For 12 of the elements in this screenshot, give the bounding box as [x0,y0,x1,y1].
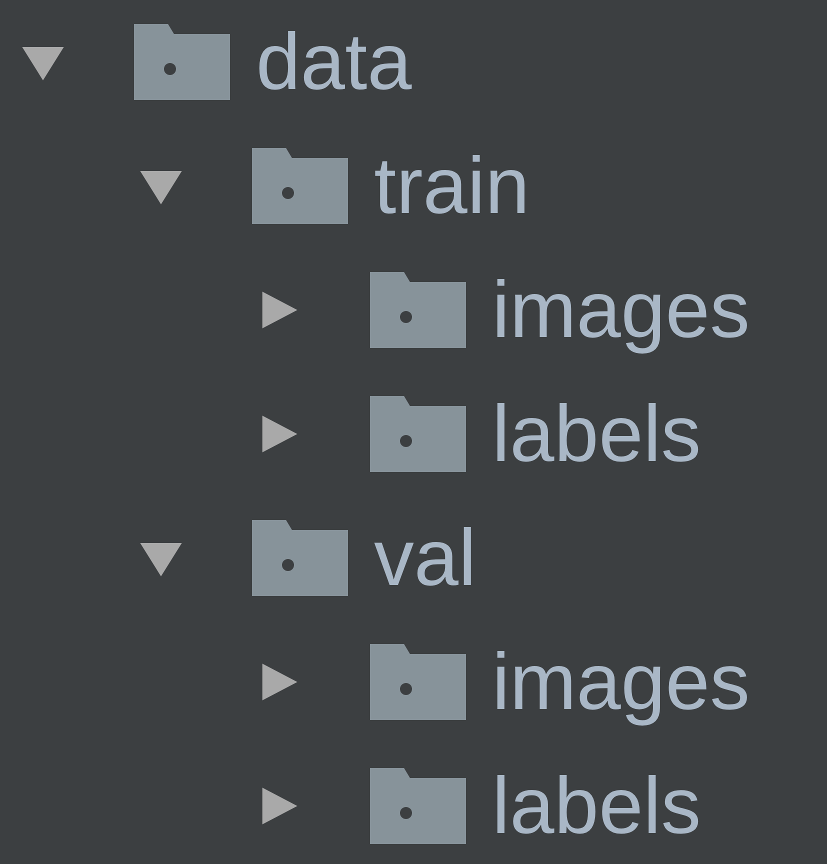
folder-icon [252,520,348,596]
folder-icon [252,148,348,224]
folder-name[interactable]: labels [492,766,702,846]
folder-icon [370,768,466,844]
folder-name[interactable]: val [374,518,476,598]
folder-name[interactable]: data [256,22,412,102]
folder-icon [134,24,230,100]
folder-icon [370,644,466,720]
folder-name[interactable]: labels [492,394,702,474]
folder-name[interactable]: train [374,146,530,226]
folder-icon [370,396,466,472]
folder-icon [370,272,466,348]
